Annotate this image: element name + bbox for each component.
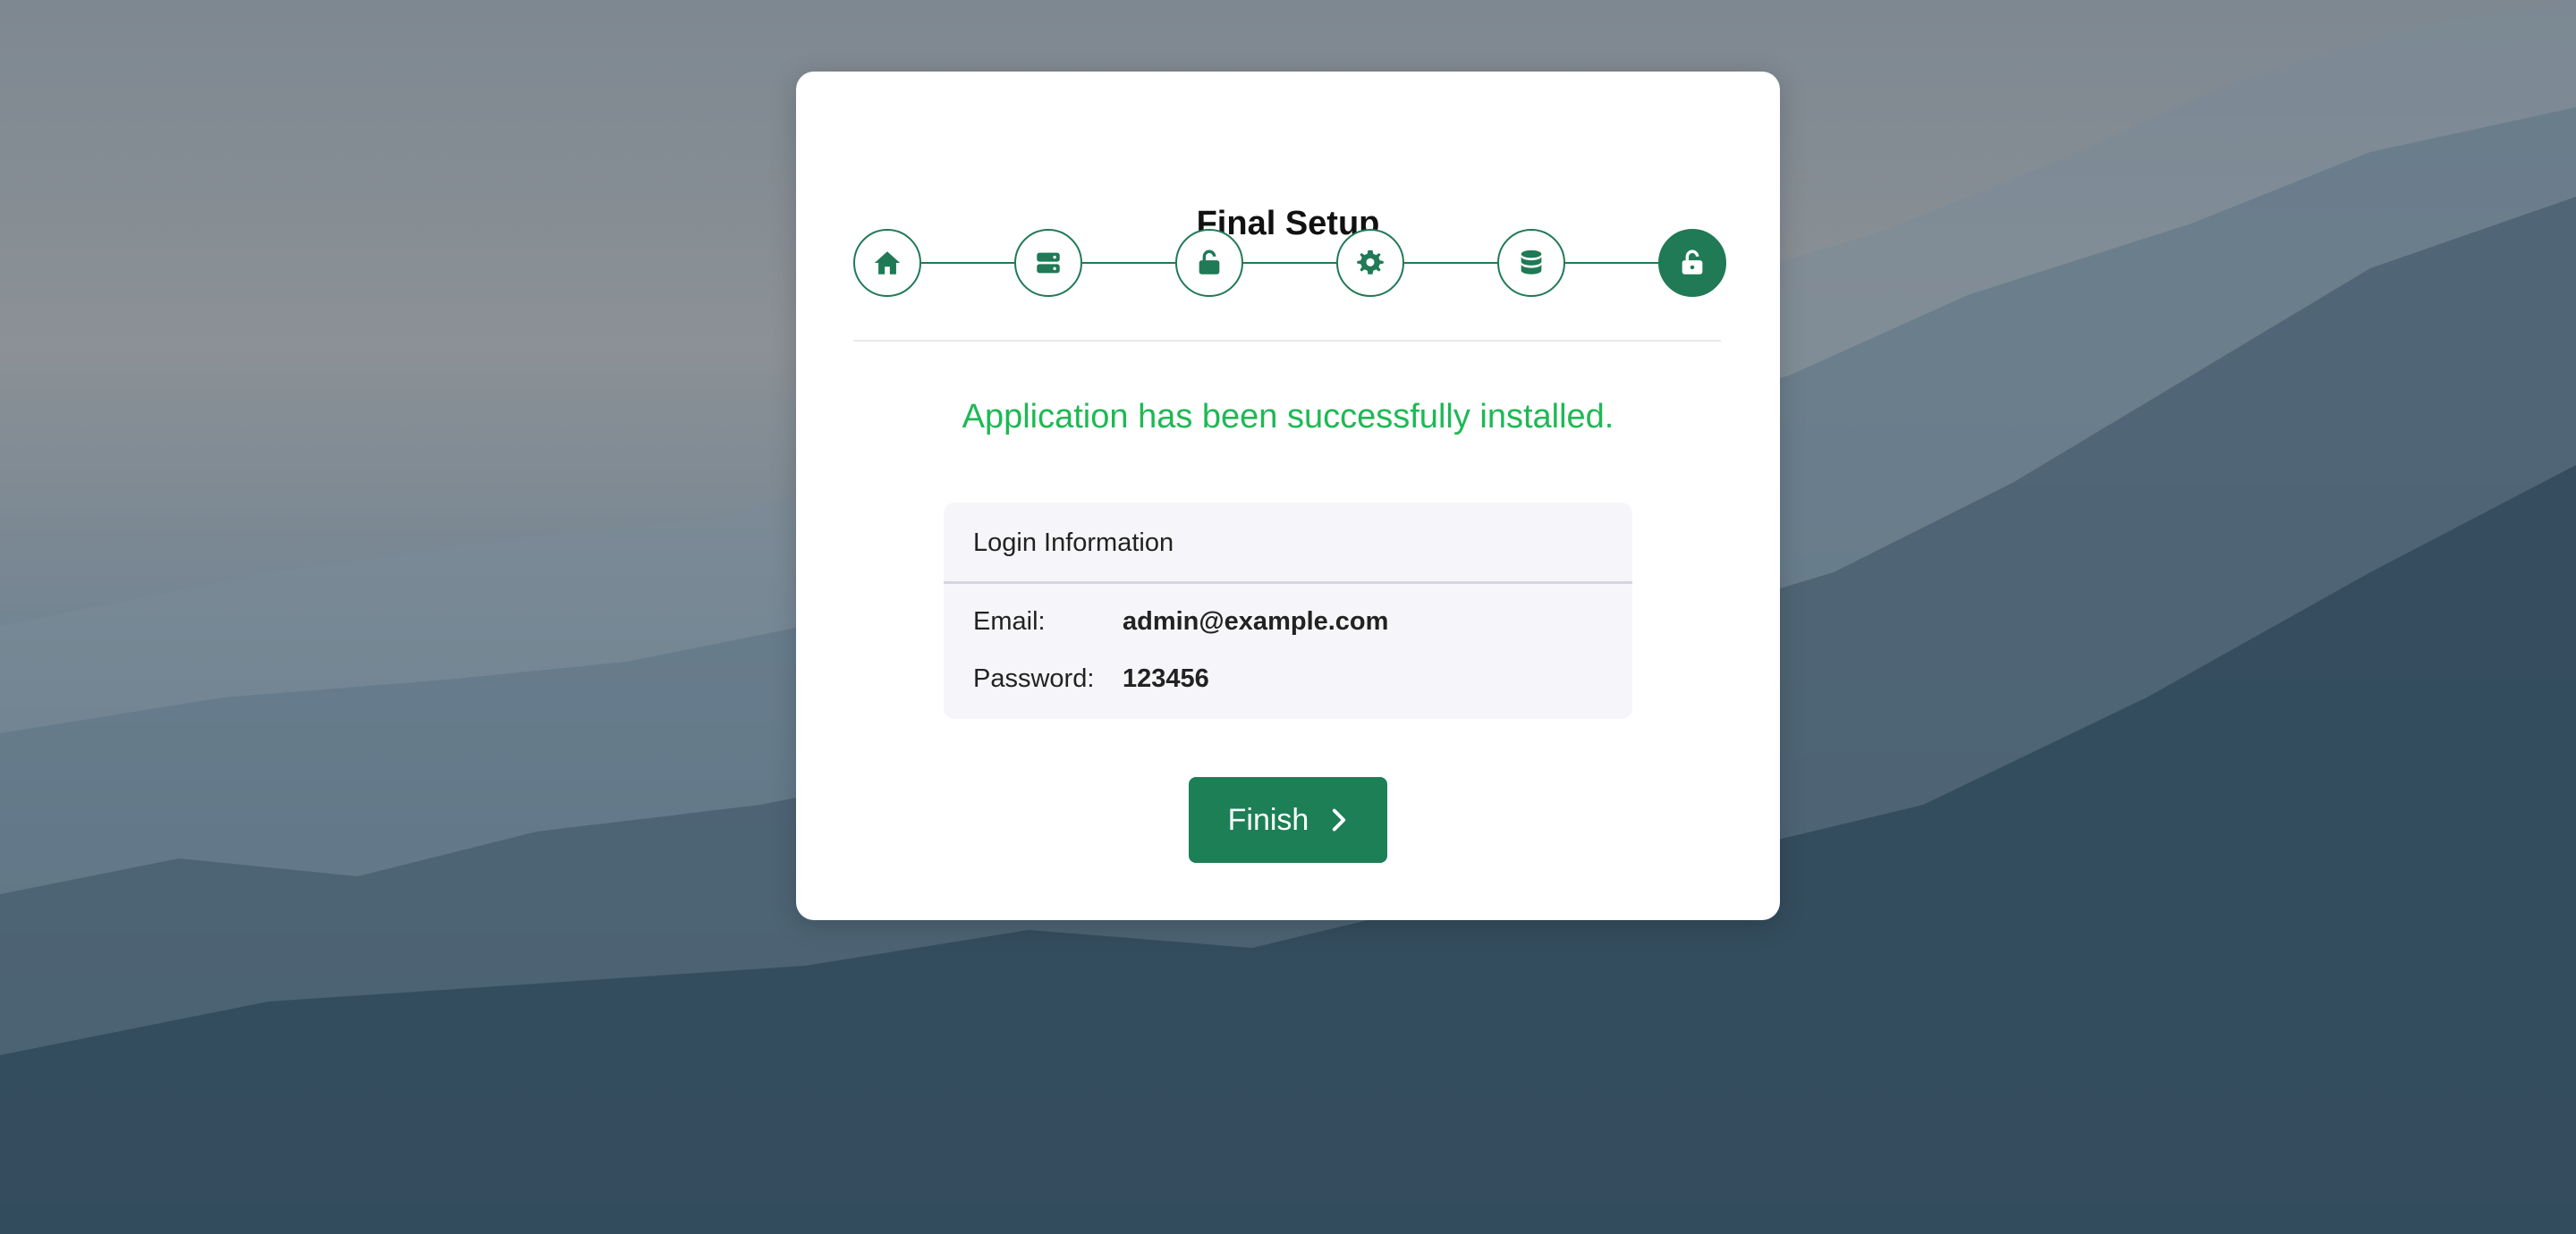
password-value: 123456: [1123, 664, 1209, 693]
home-icon: [874, 251, 901, 275]
finish-button[interactable]: Finish: [1189, 777, 1387, 863]
email-label: Email:: [973, 607, 1046, 636]
section-divider: [853, 340, 1721, 342]
step-permissions: [1175, 229, 1243, 297]
step-connector: [1404, 262, 1497, 264]
step-connector: [921, 262, 1014, 264]
login-information-panel: Login Information Email: admin@example.c…: [944, 503, 1632, 719]
step-environment: [1336, 229, 1404, 297]
panel-divider: [944, 581, 1632, 584]
gear-icon: [1357, 249, 1384, 275]
step-connector: [1082, 262, 1175, 264]
email-value: admin@example.com: [1123, 607, 1389, 636]
password-label: Password:: [973, 664, 1095, 693]
step-database: [1497, 229, 1565, 297]
finish-button-label: Finish: [1227, 802, 1309, 837]
unlock-icon: [1682, 249, 1703, 275]
success-message: Application has been successfully instal…: [962, 398, 1614, 435]
unlock-icon: [1199, 249, 1220, 275]
step-connector: [1243, 262, 1336, 264]
setup-stepper: [853, 229, 1726, 297]
login-information-header: Login Information: [973, 528, 1174, 557]
database-icon: [1521, 249, 1542, 275]
step-connector: [1565, 262, 1658, 264]
step-final-setup: [1658, 229, 1726, 297]
server-icon: [1037, 252, 1060, 274]
page-background: Final Setup Application has been success…: [0, 0, 2576, 1234]
step-welcome: [853, 229, 921, 297]
setup-card: Final Setup Application has been success…: [796, 72, 1780, 920]
chevron-right-icon: [1333, 808, 1346, 832]
step-requirements: [1014, 229, 1082, 297]
